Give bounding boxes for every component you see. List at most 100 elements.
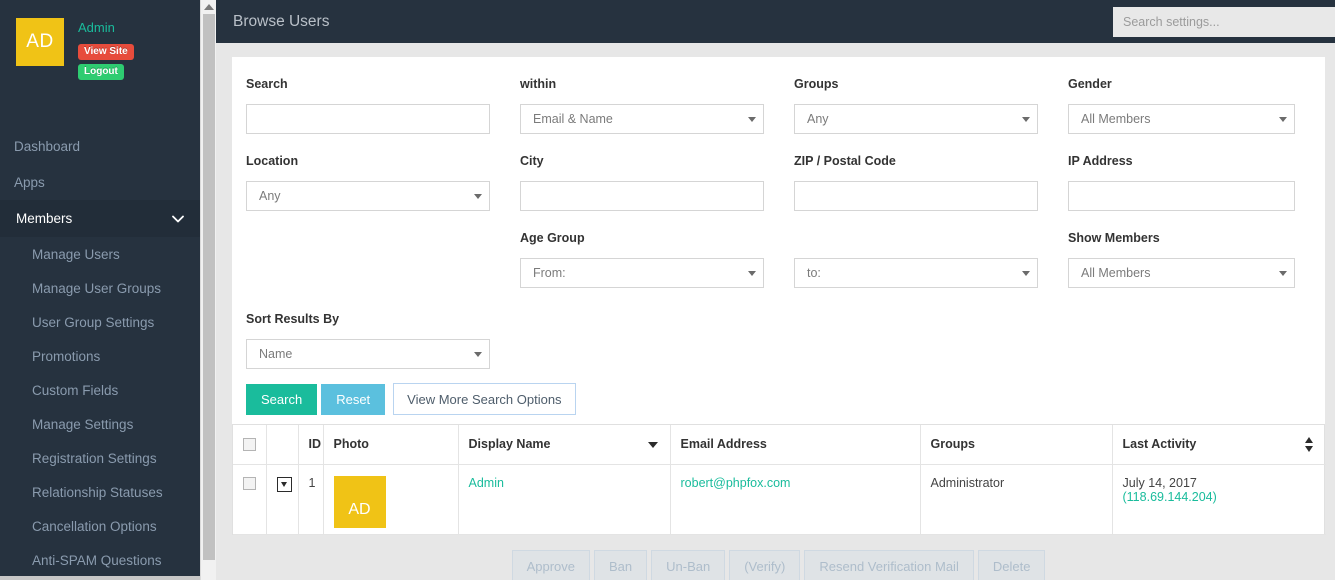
field-label: Gender <box>1068 77 1112 91</box>
sidebar-item-apps[interactable]: Apps <box>0 164 200 200</box>
scroll-up-arrow-icon[interactable] <box>204 4 214 10</box>
cell-last-activity: July 14, 2017 (118.69.144.204) <box>1112 464 1326 535</box>
within-select[interactable]: Email & Name <box>520 104 764 134</box>
field-label: Location <box>246 154 299 168</box>
sidebar-item-user-group-settings[interactable]: User Group Settings <box>0 305 200 339</box>
age-group-from-select[interactable]: From: <box>520 258 764 288</box>
sidebar-item-manage-settings[interactable]: Manage Settings <box>0 407 200 441</box>
field-label: ZIP / Postal Code <box>794 154 896 168</box>
chevron-down-icon <box>474 351 482 357</box>
table-header-row: ID Photo Display Name Email Address Grou… <box>233 425 1326 465</box>
th-groups[interactable]: Groups <box>920 425 1113 465</box>
sort-descending-icon[interactable] <box>647 442 658 448</box>
select-value: Any <box>807 112 829 126</box>
resend-verification-mail-button[interactable]: Resend Verification Mail <box>804 550 974 580</box>
sidebar-item-cancellation-options[interactable]: Cancellation Options <box>0 509 200 543</box>
cell-id: 1 <box>298 464 324 535</box>
email-link[interactable]: robert@phpfox.com <box>681 476 791 490</box>
delete-button[interactable]: Delete <box>977 550 1046 580</box>
chevron-down-icon <box>748 116 756 122</box>
sidebar-item-anti-spam-questions[interactable]: Anti-SPAM Questions <box>0 543 200 577</box>
sidebar-item-custom-fields[interactable]: Custom Fields <box>0 373 200 407</box>
cell-groups: Administrator <box>920 464 1113 535</box>
field-label: Sort Results By <box>246 312 340 326</box>
th-display-name[interactable]: Display Name <box>458 425 671 465</box>
topbar: Browse Users <box>216 0 1335 43</box>
scrollbar-thumb[interactable] <box>203 14 215 560</box>
sidebar-item-manage-user-groups[interactable]: Manage User Groups <box>0 271 200 305</box>
table-row[interactable]: 1 AD Admin robert@phpfox.com Administrat… <box>233 464 1326 535</box>
sidebar-item-label: Registration Settings <box>32 450 157 466</box>
sidebar-item-manage-users[interactable]: Manage Users <box>0 237 200 271</box>
sort-results-by-select[interactable]: Name <box>246 339 490 369</box>
field-ip-address: IP Address <box>1068 154 1325 231</box>
reset-button[interactable]: Reset <box>321 383 386 415</box>
sidebar-item-relationship-statuses[interactable]: Relationship Statuses <box>0 475 200 509</box>
sort-results-row: Sort Results By Name <box>246 312 1311 369</box>
field-search: Search <box>246 77 520 154</box>
sidebar-item-label: Relationship Statuses <box>32 484 163 500</box>
field-gender: Gender All Members <box>1068 77 1325 154</box>
ban-button[interactable]: Ban <box>593 550 648 580</box>
view-more-search-options-button[interactable]: View More Search Options <box>393 383 576 415</box>
field-age-group-from: Age Group From: <box>520 231 794 308</box>
settings-search-input[interactable] <box>1113 6 1335 37</box>
sidebar-horizontal-scrollbar[interactable] <box>0 576 200 580</box>
un-ban-button[interactable]: Un-Ban <box>651 550 726 580</box>
row-checkbox[interactable] <box>243 476 256 490</box>
th-email-address[interactable]: Email Address <box>670 425 921 465</box>
chevron-down-icon <box>748 270 756 276</box>
field-label: Groups <box>794 77 839 91</box>
page-vertical-scrollbar[interactable] <box>200 0 216 580</box>
zip-input[interactable] <box>794 181 1038 211</box>
sidebar-item-dashboard[interactable]: Dashboard <box>0 128 200 164</box>
logout-button[interactable]: Logout <box>78 64 124 80</box>
th-photo[interactable]: Photo <box>323 425 459 465</box>
ip-address-input[interactable] <box>1068 181 1295 211</box>
location-select[interactable]: Any <box>246 181 490 211</box>
row-menu-icon[interactable] <box>276 476 292 492</box>
verify-button[interactable]: (Verify) <box>729 550 801 580</box>
chevron-down-icon <box>172 215 184 223</box>
cell-photo: AD <box>323 464 459 535</box>
th-last-activity[interactable]: Last Activity <box>1112 425 1326 465</box>
cell-email: robert@phpfox.com <box>670 464 921 535</box>
th-id[interactable]: ID <box>298 425 324 465</box>
sidebar: AD Admin View Site Logout Dashboard Apps… <box>0 0 200 580</box>
chevron-down-icon <box>474 193 482 199</box>
city-input[interactable] <box>520 181 764 211</box>
sidebar-item-members[interactable]: Members <box>0 200 200 237</box>
gender-select[interactable]: All Members <box>1068 104 1295 134</box>
search-input[interactable] <box>246 104 490 134</box>
sidebar-item-label: Promotions <box>32 348 101 364</box>
sidebar-profile: AD Admin View Site Logout <box>0 0 200 128</box>
profile-name-link[interactable]: Admin <box>78 20 134 35</box>
users-table-container: ID Photo Display Name Email Address Grou… <box>232 424 1326 535</box>
cell-row-menu <box>266 464 299 535</box>
field-label: Age Group <box>520 231 585 245</box>
cell-display-name: Admin <box>458 464 671 535</box>
field-city: City <box>520 154 794 231</box>
field-age-group-to: to: <box>794 231 1068 308</box>
profile-info: Admin View Site Logout <box>78 18 134 80</box>
search-button[interactable]: Search <box>246 383 318 415</box>
user-avatar[interactable]: AD <box>333 475 386 528</box>
age-group-to-select[interactable]: to: <box>794 258 1038 288</box>
approve-button[interactable]: Approve <box>511 550 590 580</box>
chevron-down-icon <box>1022 270 1030 276</box>
th-row-menu <box>266 425 299 465</box>
chevron-down-icon <box>1022 116 1030 122</box>
sidebar-item-label: Custom Fields <box>32 382 119 398</box>
sidebar-item-promotions[interactable]: Promotions <box>0 339 200 373</box>
view-site-button[interactable]: View Site <box>78 44 134 60</box>
field-zip: ZIP / Postal Code <box>794 154 1068 231</box>
sidebar-item-registration-settings[interactable]: Registration Settings <box>0 441 200 475</box>
select-all-checkbox[interactable] <box>243 438 256 452</box>
users-table: ID Photo Display Name Email Address Grou… <box>233 425 1326 535</box>
groups-select[interactable]: Any <box>794 104 1038 134</box>
display-name-link[interactable]: Admin <box>469 476 504 490</box>
show-members-select[interactable]: All Members <box>1068 258 1295 288</box>
last-activity-ip[interactable]: (118.69.144.204) <box>1123 490 1317 504</box>
bulk-actions-bar: Approve Ban Un-Ban (Verify) Resend Verif… <box>232 546 1325 580</box>
sort-both-icon[interactable] <box>1305 437 1314 452</box>
